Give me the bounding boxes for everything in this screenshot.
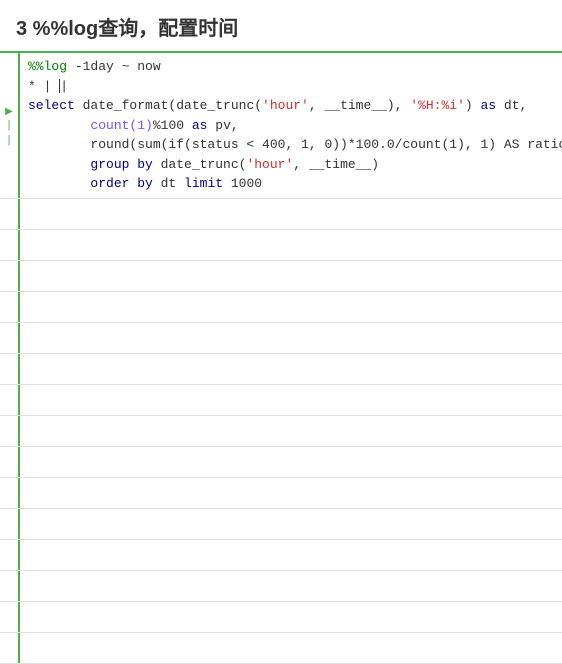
code-text: pv, <box>207 118 238 133</box>
sql-limit: limit <box>184 176 223 191</box>
pipe-1: | <box>8 119 11 132</box>
page-title: 3 %%log查询，配置时间 <box>0 0 562 53</box>
code-text <box>28 118 90 133</box>
cell-gutter-15 <box>0 602 20 632</box>
empty-content-2[interactable] <box>20 199 562 229</box>
cell-gutter-4 <box>0 261 20 291</box>
code-text: %100 <box>153 118 192 133</box>
empty-cell-10[interactable] <box>0 447 562 478</box>
sql-group: group by <box>28 157 153 172</box>
empty-content-12[interactable] <box>20 509 562 539</box>
empty-content-16[interactable] <box>20 633 562 663</box>
cell-gutter-14 <box>0 571 20 601</box>
run-arrow: ▶ <box>5 107 13 117</box>
sql-as: as <box>481 98 497 113</box>
code-text: dt, <box>496 98 527 113</box>
cell-gutter-11 <box>0 478 20 508</box>
empty-cell-16[interactable] <box>0 633 562 664</box>
code-text: , __time__) <box>293 157 379 172</box>
cell-gutter-16 <box>0 633 20 663</box>
empty-content-10[interactable] <box>20 447 562 477</box>
sql-as-2: as <box>192 118 208 133</box>
func-count: count(1) <box>90 118 152 133</box>
text-cursor <box>59 79 60 93</box>
empty-content-15[interactable] <box>20 602 562 632</box>
code-text: date_format(date_trunc( <box>75 98 262 113</box>
cell-gutter-5 <box>0 292 20 322</box>
code-text: ) <box>465 98 481 113</box>
empty-cell-6[interactable] <box>0 323 562 354</box>
string-hour-2: 'hour' <box>246 157 293 172</box>
sql-order: order by <box>28 176 153 191</box>
empty-cell-15[interactable] <box>0 602 562 633</box>
code-text: -1day ~ now <box>67 59 161 74</box>
empty-content-11[interactable] <box>20 478 562 508</box>
code-text: , __time__), <box>309 98 410 113</box>
notebook-area: ▶ | | %%log -1day ~ now * | | select dat… <box>0 53 562 664</box>
empty-cell-8[interactable] <box>0 385 562 416</box>
empty-cell-12[interactable] <box>0 509 562 540</box>
cell-gutter-13 <box>0 540 20 570</box>
cell-gutter-7 <box>0 354 20 384</box>
code-cell-1[interactable]: ▶ | | %%log -1day ~ now * | | select dat… <box>0 53 562 199</box>
cell-gutter-12 <box>0 509 20 539</box>
empty-cell-4[interactable] <box>0 261 562 292</box>
string-hour: 'hour' <box>262 98 309 113</box>
empty-content-14[interactable] <box>20 571 562 601</box>
code-text: date_trunc( <box>153 157 247 172</box>
empty-content-6[interactable] <box>20 323 562 353</box>
empty-cell-5[interactable] <box>0 292 562 323</box>
code-text: 1000 <box>223 176 262 191</box>
cell-gutter-3 <box>0 230 20 260</box>
empty-cell-9[interactable] <box>0 416 562 447</box>
code-text: round(sum(if(status < 400, 1, 0))*100.0/… <box>28 137 562 152</box>
empty-cell-2[interactable] <box>0 199 562 230</box>
cell-gutter-8 <box>0 385 20 415</box>
empty-content-5[interactable] <box>20 292 562 322</box>
code-text: dt <box>153 176 184 191</box>
string-format: '%H:%i' <box>410 98 465 113</box>
cell-gutter-9 <box>0 416 20 446</box>
empty-cell-7[interactable] <box>0 354 562 385</box>
cell-gutter-2 <box>0 199 20 229</box>
cell-code-content-1[interactable]: %%log -1day ~ now * | | select date_form… <box>20 53 562 198</box>
empty-cell-14[interactable] <box>0 571 562 602</box>
empty-content-13[interactable] <box>20 540 562 570</box>
empty-content-3[interactable] <box>20 230 562 260</box>
empty-content-9[interactable] <box>20 416 562 446</box>
sql-select: select <box>28 98 75 113</box>
empty-cell-13[interactable] <box>0 540 562 571</box>
cell-gutter-10 <box>0 447 20 477</box>
empty-content-8[interactable] <box>20 385 562 415</box>
run-controls: ▶ | | <box>5 103 13 147</box>
empty-content-7[interactable] <box>20 354 562 384</box>
code-text: * | | <box>28 79 68 94</box>
empty-cell-3[interactable] <box>0 230 562 261</box>
cell-gutter-6 <box>0 323 20 353</box>
magic-keyword: %%log <box>28 59 67 74</box>
empty-content-4[interactable] <box>20 261 562 291</box>
cell-gutter-1[interactable]: ▶ | | <box>0 53 20 198</box>
empty-cell-11[interactable] <box>0 478 562 509</box>
pipe-2: | <box>8 134 11 147</box>
